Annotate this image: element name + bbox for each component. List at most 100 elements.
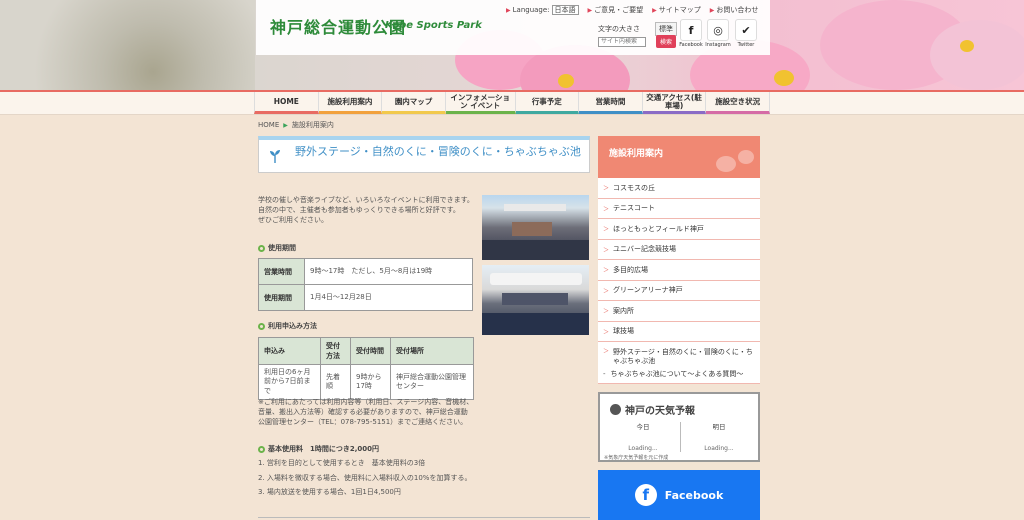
- sprout-icon: [270, 150, 280, 163]
- table-header: 申込み: [258, 337, 321, 365]
- facebook-link[interactable]: f Facebook: [678, 19, 704, 48]
- banner-photo-left: [0, 0, 255, 90]
- table-header: 受付場所: [390, 337, 474, 365]
- intro-line: 学校の催しや音楽ライブなど、いろいろなイベントに利用できます。: [258, 196, 474, 204]
- facebook-banner[interactable]: f Facebook: [598, 470, 760, 520]
- table-cell: 先着順: [320, 363, 351, 401]
- usage-heading-text: 使用期間: [268, 244, 296, 252]
- sidebar-item-hottomotto-field[interactable]: ほっともっとフィールド神戸: [598, 219, 760, 240]
- site-search: 検索: [598, 35, 677, 48]
- weather-today: 今日 Loading...: [618, 421, 668, 452]
- page-title-box: 野外ステージ・自然のくに・冒険のくに・ちゃぶちゃぶ池: [258, 136, 590, 173]
- language-select[interactable]: 日本語: [551, 5, 579, 15]
- top-links: Language:日本語 ご意見・ご要望 サイトマップ お問い合わせ: [506, 5, 758, 15]
- facebook-banner-label: Facebook: [664, 488, 724, 502]
- breadcrumb: HOME ▶ 施設利用案内: [258, 120, 334, 130]
- sidebar-active-label[interactable]: 野外ステージ・自然のくに・冒険のくに・ちゃぶちゃぶ池: [603, 348, 755, 367]
- weather-today-loading: Loading...: [628, 445, 658, 452]
- weather-today-label: 今日: [636, 423, 650, 431]
- circle-bullet-icon: [258, 322, 265, 330]
- language-label: Language:日本語: [506, 5, 579, 15]
- table-cell: 神戸総合運動公園管理センター: [390, 363, 474, 401]
- cosmos-petal: [930, 20, 1024, 90]
- weather-title-text: 神戸の天気予報: [625, 406, 695, 417]
- breadcrumb-current: 施設利用案内: [291, 121, 334, 129]
- weather-widget: 神戸の天気予報 今日 Loading... 明日 Loading... ※気象庁…: [598, 392, 760, 462]
- twitter-link[interactable]: ✔ Twitter: [733, 19, 759, 48]
- nav-access[interactable]: 交通アクセス(駐車場): [642, 92, 707, 114]
- search-button[interactable]: 検索: [656, 35, 677, 48]
- site-logo-english[interactable]: Kobe Sports Park: [385, 20, 482, 31]
- facebook-icon: f: [634, 484, 657, 506]
- nav-availability[interactable]: 施設空き状況: [706, 92, 770, 114]
- stage-audience-photo: [482, 265, 589, 335]
- sidebar-item-multipurpose-field[interactable]: 多目的広場: [598, 260, 760, 281]
- divider: [258, 517, 590, 518]
- flower-decoration-icon: [716, 156, 736, 172]
- stage-concert-photo: [482, 195, 589, 260]
- nav-home[interactable]: HOME: [254, 92, 319, 114]
- cosmos-center: [774, 70, 794, 86]
- table-row: 営業時間 9時〜17時 ただし、5月〜8月は19時: [258, 258, 473, 285]
- search-input[interactable]: [598, 36, 646, 47]
- weather-tomorrow-label: 明日: [712, 423, 726, 431]
- circle-bullet-icon: [258, 244, 265, 252]
- list-item: 1. 営利を目的として使用するとき 基本使用料の3倍: [258, 459, 426, 467]
- sidebar-item-universiade-stadium[interactable]: ユニバー記念競技場: [598, 240, 760, 260]
- table-header: 営業時間: [258, 258, 305, 285]
- table-row: 使用期間 1月4日〜12月28日: [258, 284, 473, 311]
- twitter-icon: ✔: [735, 19, 757, 41]
- sun-icon: [610, 404, 621, 415]
- nav-opening-hours[interactable]: 営業時間: [579, 92, 643, 114]
- sidebar-item-cosmos-hill[interactable]: コスモスの丘: [598, 178, 760, 199]
- nav-schedule[interactable]: 行事予定: [515, 92, 580, 114]
- table-header: 使用期間: [258, 284, 305, 311]
- twitter-label: Twitter: [737, 42, 755, 48]
- table-cell: 9時〜17時 ただし、5月〜8月は19時: [304, 258, 473, 285]
- table-cell: 利用日の6ヶ月前から7日前まで: [258, 363, 321, 401]
- global-nav: HOME 施設利用案内 園内マップ インフォメーション イベント 行事予定 営業…: [254, 92, 770, 114]
- nav-facility-guide[interactable]: 施設利用案内: [318, 92, 383, 114]
- feedback-link[interactable]: ご意見・ご要望: [588, 5, 643, 15]
- font-size-label: 文字の大きさ: [598, 24, 640, 33]
- table-row: 利用日の6ヶ月前から7日前まで 先着順 9時から17時 神戸総合運動公園管理セン…: [258, 363, 474, 401]
- weather-title: 神戸の天気予報: [610, 402, 695, 417]
- usage-table: 営業時間 9時〜17時 ただし、5月〜8月は19時 使用期間 1月4日〜12月2…: [258, 258, 473, 311]
- table-header: 受付時間: [350, 337, 391, 365]
- fee-list: 1. 営利を目的として使用するとき 基本使用料の3倍 2. 入場料を徴収する場合…: [258, 458, 478, 502]
- sidebar-item-information-center[interactable]: 案内所: [598, 301, 760, 322]
- sidebar-item-green-arena[interactable]: グリーンアリーナ神戸: [598, 281, 760, 301]
- table-cell: 9時から17時: [350, 363, 391, 401]
- weather-tomorrow-loading: Loading...: [704, 445, 734, 452]
- flower-decoration-icon: [738, 150, 754, 164]
- sidebar-heading: 施設利用案内: [598, 136, 760, 178]
- instagram-label: Instagram: [705, 42, 731, 48]
- cosmos-center: [960, 40, 974, 52]
- nav-information-events[interactable]: インフォメーション イベント: [445, 92, 516, 114]
- intro-line: ぜひご利用ください。: [258, 216, 328, 225]
- sidebar-subitem-faq[interactable]: ちゃぶちゃぶ池について〜よくある質問〜: [603, 370, 755, 379]
- instagram-icon: ◎: [707, 19, 729, 41]
- weather-footnote: ※気象庁天気予報を元に作成: [604, 455, 669, 461]
- instagram-link[interactable]: ◎ Instagram: [705, 19, 731, 48]
- sidebar-item-ball-field[interactable]: 球技場: [598, 322, 760, 342]
- page-title: 野外ステージ・自然のくに・冒険のくに・ちゃぶちゃぶ池: [295, 145, 581, 158]
- contact-link[interactable]: お問い合わせ: [710, 5, 758, 15]
- breadcrumb-home[interactable]: HOME: [258, 121, 279, 129]
- usage-heading: 使用期間: [258, 243, 296, 253]
- facebook-label: Facebook: [679, 42, 703, 48]
- list-item: 3. 場内放送を使用する場合、1回1日4,500円: [258, 488, 401, 496]
- sidebar-heading-text: 施設利用案内: [609, 149, 664, 159]
- list-item: 2. 入場料を徴収する場合、使用料に入場料収入の10%を加算する。: [258, 473, 472, 482]
- font-size-normal-button[interactable]: 標準: [655, 21, 677, 36]
- sitemap-link[interactable]: サイトマップ: [652, 5, 701, 15]
- divider: [680, 422, 681, 452]
- apply-table: 申込み 受付方法 受付時間 受付場所 利用日の6ヶ月前から7日前まで 先着順 9…: [258, 337, 474, 401]
- sidebar-nav: コスモスの丘 テニスコート ほっともっとフィールド神戸 ユニバー記念競技場 多目…: [598, 178, 760, 342]
- circle-bullet-icon: [258, 445, 265, 453]
- sidebar-item-outdoor-stage[interactable]: 野外ステージ・自然のくに・冒険のくに・ちゃぶちゃぶ池 ちゃぶちゃぶ池について〜よ…: [598, 342, 760, 384]
- nav-park-map[interactable]: 園内マップ: [382, 92, 446, 114]
- sidebar-item-tennis-court[interactable]: テニスコート: [598, 199, 760, 219]
- facebook-icon: f: [680, 19, 702, 41]
- cosmos-center: [558, 74, 574, 88]
